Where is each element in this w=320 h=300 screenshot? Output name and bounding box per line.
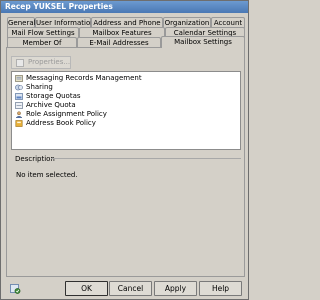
description-divider <box>51 158 241 159</box>
list-item-label: Role Assignment Policy <box>26 110 107 118</box>
list-item[interactable]: Role Assignment Policy <box>12 110 240 119</box>
address-book-icon <box>15 120 23 127</box>
list-item[interactable]: Storage Quotas <box>12 92 240 101</box>
list-item-label: Archive Quota <box>26 101 76 109</box>
properties-dialog: Recep YUKSEL Properties General User Inf… <box>0 0 249 300</box>
list-item-label: Address Book Policy <box>26 119 96 127</box>
policy-help-icon <box>10 284 21 294</box>
records-management-icon <box>15 75 23 82</box>
mailbox-settings-list[interactable]: Messaging Records Management Sharing Sto… <box>11 71 241 150</box>
properties-button-label: Properties... <box>28 58 71 66</box>
properties-button[interactable]: Properties... <box>11 56 71 69</box>
list-item-label: Storage Quotas <box>26 92 81 100</box>
role-assignment-icon <box>15 111 23 118</box>
list-item-label: Sharing <box>26 83 53 91</box>
properties-icon <box>16 59 24 67</box>
sharing-icon <box>15 84 23 91</box>
ok-button[interactable]: OK <box>65 281 108 296</box>
description-text: No item selected. <box>16 171 78 179</box>
apply-button[interactable]: Apply <box>154 281 197 296</box>
help-button[interactable]: Help <box>199 281 242 296</box>
window-title: Recep YUKSEL Properties <box>5 2 113 11</box>
list-item[interactable]: Sharing <box>12 83 240 92</box>
tab-mailbox-settings[interactable]: Mailbox Settings <box>161 36 245 48</box>
cancel-button[interactable]: Cancel <box>109 281 152 296</box>
storage-quotas-icon <box>15 93 23 100</box>
description-label: Description <box>15 155 55 163</box>
list-item-label: Messaging Records Management <box>26 74 142 82</box>
list-item[interactable]: Archive Quota <box>12 101 240 110</box>
title-bar: Recep YUKSEL Properties <box>1 1 248 13</box>
archive-quota-icon <box>15 102 23 109</box>
list-item[interactable]: Address Book Policy <box>12 119 240 128</box>
list-item[interactable]: Messaging Records Management <box>12 74 240 83</box>
